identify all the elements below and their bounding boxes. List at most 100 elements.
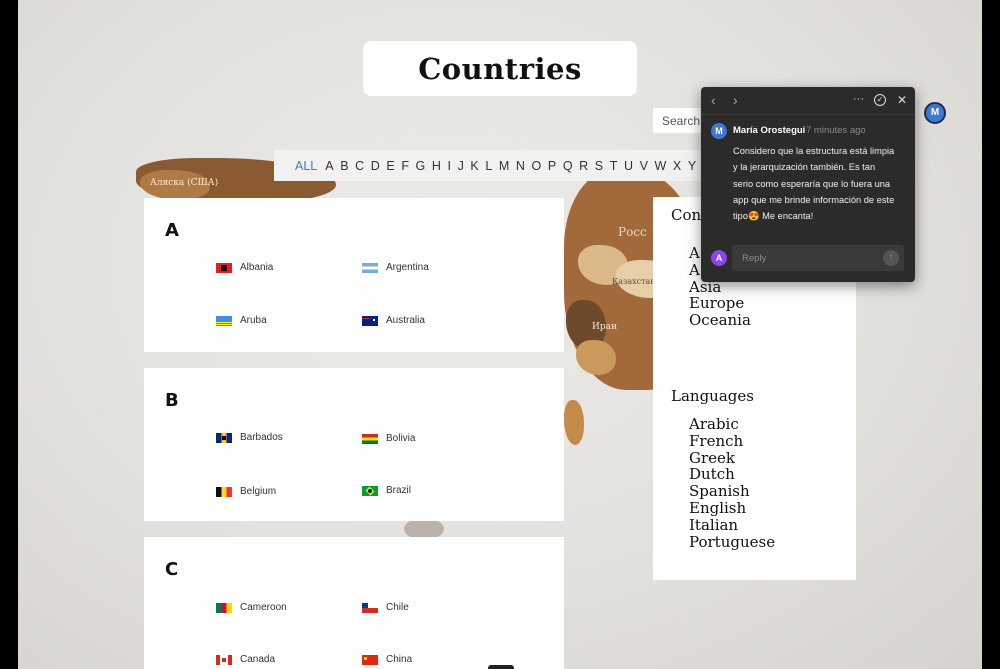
alphabet-letter-g[interactable]: G — [416, 159, 426, 173]
language-item[interactable]: Dutch — [689, 466, 775, 483]
country-item-argentina[interactable]: Argentina — [362, 262, 429, 273]
alphabet-letter-b[interactable]: B — [340, 159, 348, 173]
reply-box: ↑ — [732, 245, 904, 271]
country-item-barbados[interactable]: Barbados — [216, 432, 283, 443]
alphabet-letter-s[interactable]: S — [595, 159, 603, 173]
alphabet-filter-bar: ALLABCDEFGHIJKLMNOPQRSTUVWXYZ — [274, 150, 728, 181]
alphabet-letter-h[interactable]: H — [432, 159, 441, 173]
bolivia-flag-icon — [362, 433, 378, 444]
cameroon-flag-icon — [216, 602, 232, 613]
map-label-iran: Иран — [592, 322, 617, 332]
section-card-a: A Albania Argentina Aruba Australia — [144, 198, 564, 352]
albania-flag-icon — [216, 262, 232, 273]
alphabet-letter-all[interactable]: ALL — [295, 159, 317, 173]
language-item[interactable]: English — [689, 500, 775, 517]
language-item[interactable]: French — [689, 432, 775, 450]
more-options-icon[interactable]: ··· — [853, 93, 864, 105]
comment-author: María Orostegui — [733, 125, 806, 136]
language-item[interactable]: Arabic — [689, 416, 775, 433]
country-item-canada[interactable]: Canada — [216, 654, 275, 665]
alphabet-letter-e[interactable]: E — [386, 159, 394, 173]
section-heading: C — [165, 559, 179, 580]
brazil-flag-icon — [362, 485, 378, 496]
page-title: Countries — [418, 51, 582, 86]
country-item-australia[interactable]: Australia — [362, 315, 425, 326]
alphabet-letter-q[interactable]: Q — [563, 159, 573, 173]
china-flag-icon — [362, 654, 378, 665]
country-name: Aruba — [240, 315, 267, 326]
argentina-flag-icon — [362, 262, 378, 273]
alphabet-letter-j[interactable]: J — [458, 159, 464, 173]
map-label-alaska: Аляска (США) — [150, 178, 219, 188]
country-item-china[interactable]: China — [362, 654, 412, 665]
comment-toolbar: ‹ › ··· ✓ ✕ — [711, 92, 907, 108]
country-name: Belgium — [240, 486, 277, 497]
language-item[interactable]: Portuguese — [689, 533, 775, 551]
continent-item[interactable]: Oceania — [689, 312, 751, 329]
section-heading: B — [165, 390, 179, 411]
alphabet-letter-d[interactable]: D — [371, 159, 380, 173]
alphabet-letter-p[interactable]: P — [548, 159, 556, 173]
language-item[interactable]: Greek — [689, 449, 775, 467]
belgium-flag-icon — [216, 486, 232, 497]
comment-timestamp: 7 minutes ago — [806, 125, 866, 136]
alphabet-letter-m[interactable]: M — [499, 159, 509, 173]
alphabet-letter-x[interactable]: X — [673, 159, 681, 173]
send-arrow-icon[interactable]: ↑ — [883, 250, 899, 266]
scroll-indicator — [488, 665, 514, 669]
section-heading: A — [165, 220, 179, 241]
divider — [701, 114, 915, 115]
country-item-brazil[interactable]: Brazil — [362, 485, 411, 496]
language-item[interactable]: Italian — [689, 516, 775, 534]
aruba-flag-icon — [216, 315, 232, 326]
avatar: M — [711, 123, 727, 139]
country-item-aruba[interactable]: Aruba — [216, 315, 267, 326]
alphabet-letter-r[interactable]: R — [579, 159, 588, 173]
alphabet-letter-t[interactable]: T — [610, 159, 618, 173]
country-name: Brazil — [386, 485, 412, 496]
alphabet-letter-o[interactable]: O — [532, 159, 542, 173]
australia-flag-icon — [362, 315, 378, 326]
alphabet-letter-v[interactable]: V — [640, 159, 648, 173]
alphabet-letter-w[interactable]: W — [655, 159, 667, 173]
close-icon[interactable]: ✕ — [897, 93, 907, 107]
comment-body: Considero que la estructura está limpia … — [733, 146, 895, 222]
barbados-flag-icon — [216, 432, 232, 443]
title-box: Countries — [363, 41, 637, 96]
country-item-belgium[interactable]: Belgium — [216, 486, 276, 497]
chile-flag-icon — [362, 602, 378, 613]
alphabet-letter-i[interactable]: I — [448, 159, 451, 173]
country-name: Argentina — [386, 262, 429, 273]
resolve-check-icon[interactable]: ✓ — [874, 94, 886, 106]
alphabet-letter-u[interactable]: U — [624, 159, 633, 173]
alphabet-letter-n[interactable]: N — [516, 159, 525, 173]
country-item-chile[interactable]: Chile — [362, 602, 409, 613]
alphabet-letter-c[interactable]: C — [355, 159, 364, 173]
alphabet-letter-l[interactable]: L — [485, 159, 492, 173]
country-name: Chile — [386, 602, 409, 613]
country-name: China — [386, 654, 413, 665]
alphabet-letter-y[interactable]: Y — [688, 159, 696, 173]
chevron-right-icon[interactable]: › — [733, 92, 738, 108]
country-name: Barbados — [240, 432, 283, 443]
country-name: Albania — [240, 262, 274, 273]
map-label-kazakhstan: Казахстан — [612, 277, 656, 286]
window-edge — [982, 0, 1000, 669]
comment-marker-avatar[interactable]: M — [924, 102, 946, 124]
continents-heading: Con — [671, 206, 702, 224]
languages-heading: Languages — [671, 387, 754, 405]
continent-item[interactable]: Europe — [689, 295, 751, 312]
country-name: Australia — [386, 315, 425, 326]
canada-flag-icon — [216, 654, 232, 665]
alphabet-letter-a[interactable]: A — [325, 159, 333, 173]
reply-input[interactable] — [742, 251, 872, 265]
section-card-b: B Barbados Bolivia Belgium Brazil — [144, 368, 564, 521]
language-item[interactable]: Spanish — [689, 483, 775, 500]
alphabet-letter-f[interactable]: F — [401, 159, 409, 173]
chevron-left-icon[interactable]: ‹ — [711, 92, 716, 108]
country-item-cameroon[interactable]: Cameroon — [216, 602, 287, 613]
country-item-bolivia[interactable]: Bolivia — [362, 433, 415, 444]
country-item-albania[interactable]: Albania — [216, 262, 273, 273]
alphabet-letter-k[interactable]: K — [470, 159, 478, 173]
map-decoration — [576, 340, 616, 375]
